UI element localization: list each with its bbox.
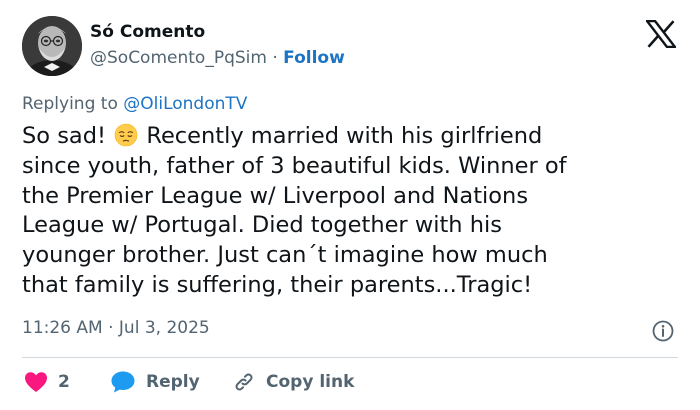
handle-separator: · — [272, 48, 278, 68]
follow-button[interactable]: Follow — [283, 48, 345, 68]
tweet-card: Só Comento @SoComento_PqSim · Follow Rep… — [0, 0, 700, 410]
tweet-line-3: the Premier League w/ Liverpool and Nati… — [22, 182, 529, 209]
author-display-name[interactable]: Só Comento — [90, 22, 205, 42]
copy-link-label: Copy link — [266, 372, 355, 392]
avatar-portrait — [22, 16, 82, 76]
heart-icon — [25, 372, 47, 392]
author-handle[interactable]: @SoComento_PqSim — [90, 48, 267, 68]
like-button[interactable]: 2 — [24, 368, 70, 396]
reply-mention-link[interactable]: @OliLondonTV — [123, 94, 247, 114]
x-logo-icon[interactable] — [644, 19, 678, 49]
avatar[interactable] — [22, 16, 82, 76]
divider — [22, 357, 678, 358]
tweet-line-4: League w/ Portugal. Died together with h… — [22, 212, 502, 239]
timestamp-separator: · — [108, 318, 114, 338]
author-handle-line: @SoComento_PqSim · Follow — [90, 48, 345, 68]
copy-link-button[interactable]: Copy link — [232, 368, 354, 396]
reply-context-prefix: Replying to — [22, 94, 124, 114]
tweet-time: 11:26 AM — [22, 318, 103, 338]
tweet-text: So sad! Recently married with his girlfr… — [22, 122, 672, 301]
pensive-face-icon — [114, 123, 138, 147]
tweet-line-1: So sad! Recently married with his girlfr… — [22, 122, 672, 152]
tweet-timestamp[interactable]: 11:26 AM · Jul 3, 2025 — [22, 318, 210, 338]
tweet-date: Jul 3, 2025 — [118, 318, 210, 338]
link-icon — [235, 373, 253, 391]
reply-button[interactable]: Reply — [110, 368, 200, 396]
tweet-line-5: younger brother. Just can´t imagine how … — [22, 242, 548, 269]
tweet-line-1-end: Recently married with his girlfriend — [146, 123, 543, 149]
tweet-line-2: since youth, father of 3 beautiful kids.… — [22, 152, 567, 179]
like-count: 2 — [58, 372, 70, 392]
tweet-line-1-start: So sad! — [22, 123, 107, 149]
info-icon[interactable] — [652, 320, 674, 342]
reply-context: Replying to @OliLondonTV — [22, 94, 247, 114]
reply-label: Reply — [146, 372, 200, 392]
speech-bubble-icon — [111, 371, 135, 393]
tweet-line-6: that family is suffering, their parents.… — [22, 271, 533, 298]
